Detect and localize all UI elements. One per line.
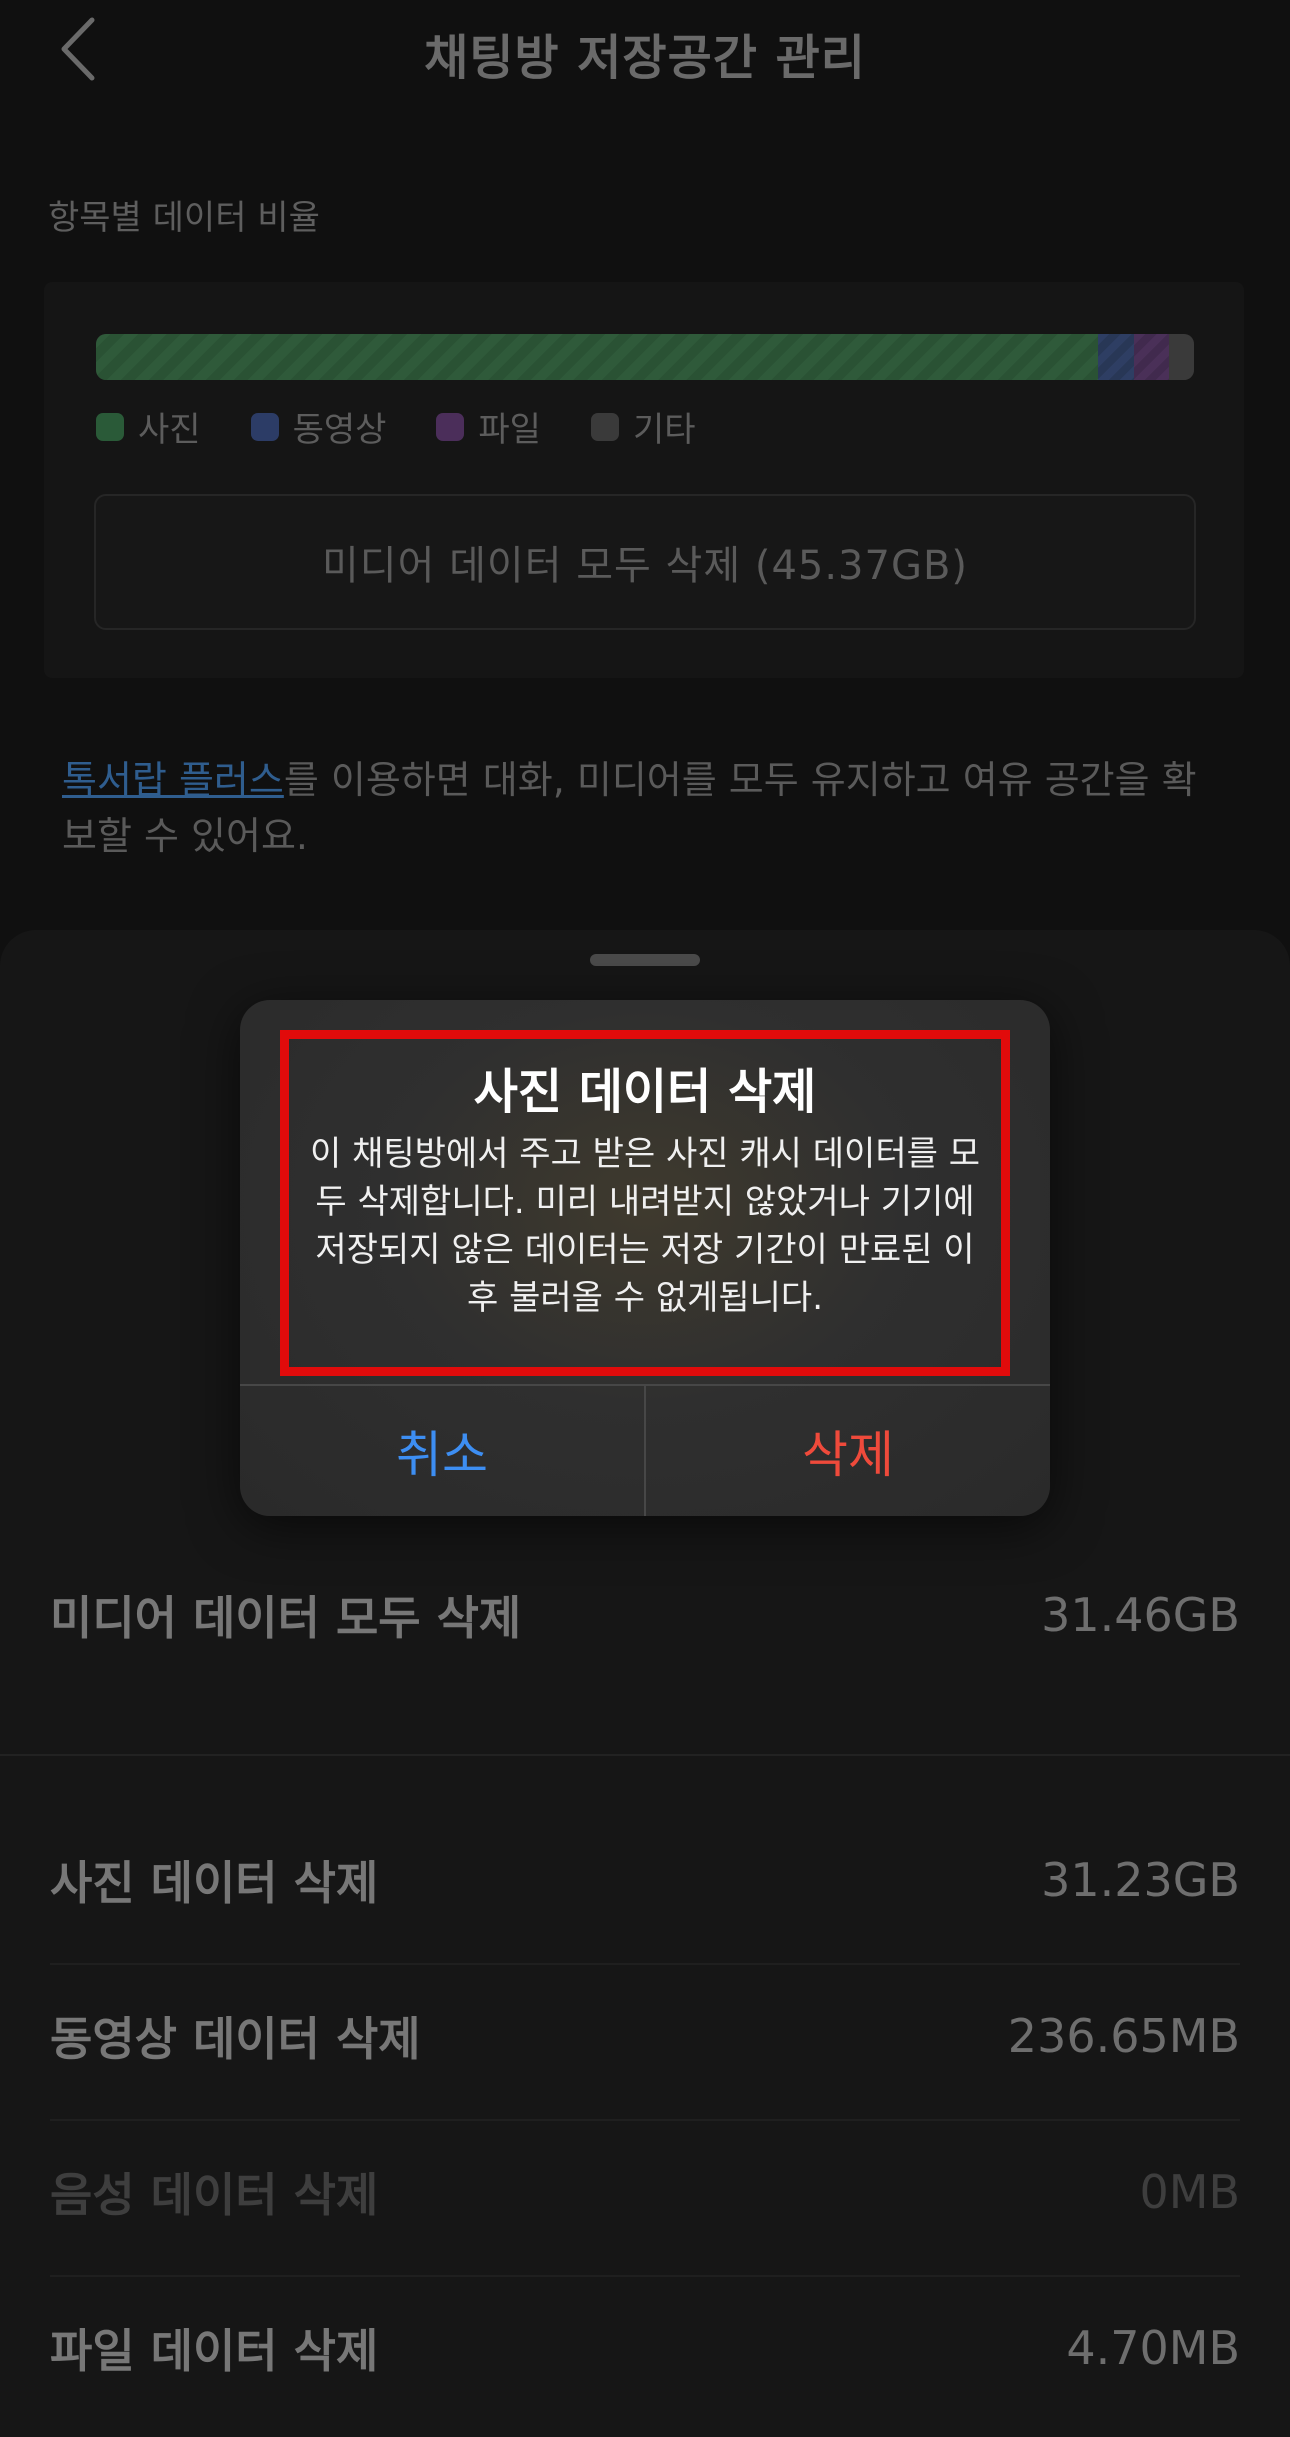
row-divider (50, 1963, 1240, 1965)
legend-item-video: 동영상 (250, 402, 387, 451)
legend-swatch (590, 412, 619, 441)
file-delete-row[interactable]: 파일 데이터 삭제 4.70MB (50, 2315, 1240, 2381)
row-value: 31.46GB (1041, 1588, 1240, 1642)
storage-management-page: 채팅방 저장공간 관리 항목별 데이터 비율 사진 동영상 파일 기타 미디어 … (0, 0, 1290, 2437)
legend-item-file: 파일 (436, 402, 541, 451)
legend-item-photo: 사진 (96, 402, 201, 451)
row-label: 파일 데이터 삭제 (50, 2324, 379, 2378)
photo-delete-row[interactable]: 사진 데이터 삭제 31.23GB (50, 1847, 1240, 1913)
row-label: 동영상 데이터 삭제 (50, 2012, 421, 2066)
dialog-title: 사진 데이터 삭제 (473, 1064, 817, 1120)
legend-label: 사진 (138, 410, 201, 450)
ratio-legend: 사진 동영상 파일 기타 (96, 402, 696, 451)
ratio-segment-file (1133, 334, 1169, 380)
delete-all-media-button[interactable]: 미디어 데이터 모두 삭제 (45.37GB) (94, 494, 1196, 630)
all-media-delete-row[interactable]: 미디어 데이터 모두 삭제 31.46GB (50, 1582, 1240, 1648)
legend-swatch (436, 412, 465, 441)
legend-swatch (96, 412, 124, 441)
video-delete-row[interactable]: 동영상 데이터 삭제 236.65MB (50, 2003, 1240, 2069)
legend-swatch (250, 412, 279, 441)
row-divider (50, 2119, 1240, 2121)
sheet-drag-handle[interactable] (590, 954, 700, 966)
talk-drawer-plus-link[interactable]: 톡서랍 플러스 (62, 758, 284, 802)
row-label: 사진 데이터 삭제 (50, 1856, 379, 1910)
row-value: 0MB (1139, 2165, 1240, 2219)
row-label: 음성 데이터 삭제 (50, 2168, 379, 2222)
row-value: 4.70MB (1066, 2321, 1240, 2375)
row-value: 236.65MB (1007, 2009, 1240, 2063)
dialog-message: 이 채팅방에서 주고 받은 사진 캐시 데이터를 모두 삭제합니다. 미리 내려… (310, 1134, 980, 1318)
ratio-card: 사진 동영상 파일 기타 미디어 데이터 모두 삭제 (45.37GB) (44, 282, 1244, 678)
photo-delete-dialog: 사진 데이터 삭제 이 채팅방에서 주고 받은 사진 캐시 데이터를 모두 삭제… (240, 1000, 1050, 1516)
legend-item-etc: 기타 (590, 402, 696, 451)
row-value: 31.23GB (1041, 1853, 1240, 1907)
legend-label: 파일 (478, 410, 541, 450)
ratio-segment-video (1098, 334, 1134, 380)
ratio-section-label: 항목별 데이터 비율 (48, 198, 320, 238)
voice-delete-row: 음성 데이터 삭제 0MB (50, 2159, 1240, 2225)
cancel-button[interactable]: 취소 (240, 1386, 644, 1516)
section-divider (0, 1754, 1290, 1756)
row-label: 미디어 데이터 모두 삭제 (50, 1591, 522, 1645)
header: 채팅방 저장공간 관리 (0, 0, 1290, 110)
row-divider (50, 2275, 1240, 2277)
page-title: 채팅방 저장공간 관리 (424, 30, 866, 86)
ratio-segment-etc (1168, 334, 1194, 380)
data-ratio-bar (96, 334, 1194, 380)
ratio-segment-photo (96, 334, 1099, 380)
legend-label: 동영상 (292, 410, 387, 450)
delete-button[interactable]: 삭제 (646, 1386, 1050, 1516)
plus-note: 톡서랍 플러스를 이용하면 대화, 미디어를 모두 유지하고 여유 공간을 확보… (62, 752, 1212, 864)
legend-label: 기타 (632, 410, 696, 450)
